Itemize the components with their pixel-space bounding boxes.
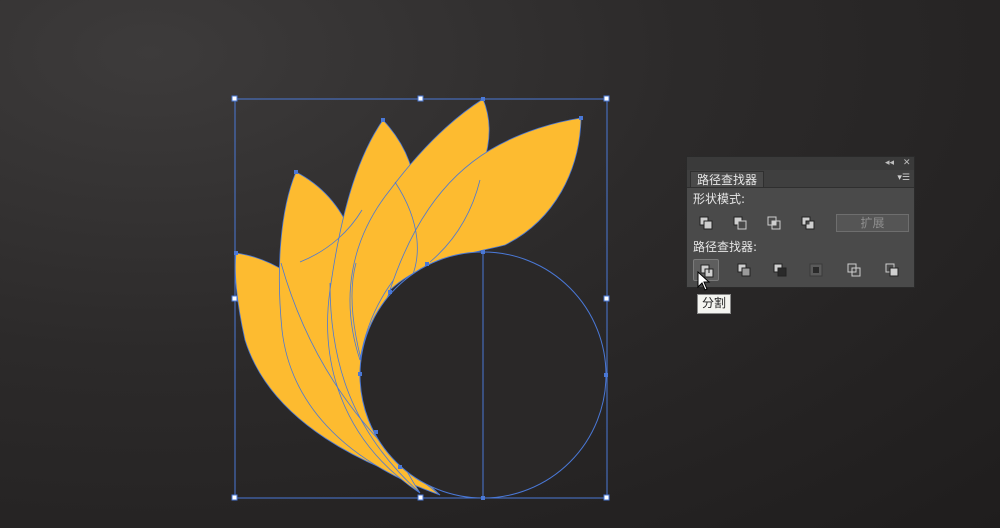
- tooltip-divide: 分割: [697, 294, 732, 314]
- panel-tab-row: 路径查找器 ▾☰: [687, 170, 914, 188]
- minus-front-icon: [733, 216, 747, 230]
- mouse-cursor-icon: [697, 271, 711, 291]
- merge-button[interactable]: [767, 259, 793, 281]
- panel-titlebar[interactable]: ◂◂ ✕: [687, 157, 914, 170]
- unite-button[interactable]: [693, 212, 719, 234]
- outline-button[interactable]: [841, 259, 867, 281]
- crop-icon: [809, 263, 823, 277]
- shape-modes-label: 形状模式:: [693, 192, 746, 206]
- minus-back-button[interactable]: [879, 259, 905, 281]
- pathfinder-panel: ◂◂ ✕ 路径查找器 ▾☰ 形状模式: 扩展 路径查找器:: [686, 156, 915, 288]
- trim-icon: [737, 263, 751, 277]
- merge-icon: [773, 263, 787, 277]
- panel-menu-icon[interactable]: ▾☰: [897, 170, 910, 187]
- expand-button[interactable]: 扩展: [836, 214, 909, 232]
- intersect-button[interactable]: [761, 212, 787, 234]
- crop-button[interactable]: [803, 259, 829, 281]
- circle-shape[interactable]: [359, 251, 607, 499]
- exclude-icon: [801, 216, 815, 230]
- tab-pathfinder[interactable]: 路径查找器: [690, 171, 765, 187]
- outline-icon: [847, 263, 861, 277]
- unite-icon: [699, 216, 713, 230]
- intersect-icon: [767, 216, 781, 230]
- double-chevron-left-icon[interactable]: ◂◂: [885, 157, 894, 170]
- exclude-button[interactable]: [795, 212, 821, 234]
- pathfinders-label: 路径查找器:: [693, 240, 758, 254]
- close-icon[interactable]: ✕: [903, 157, 911, 170]
- trim-button[interactable]: [731, 259, 757, 281]
- minus-back-icon: [885, 263, 899, 277]
- minus-front-button[interactable]: [727, 212, 753, 234]
